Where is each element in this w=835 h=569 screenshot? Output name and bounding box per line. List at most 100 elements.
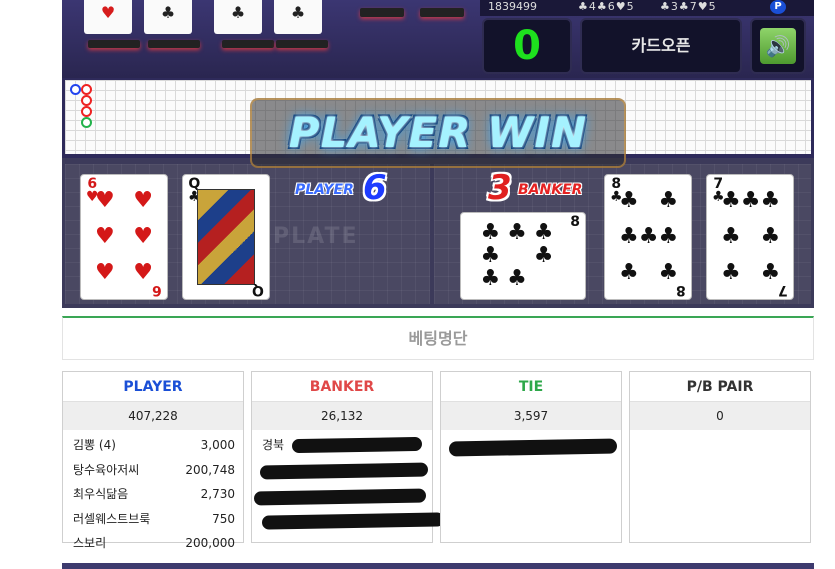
bet-rows: 김뽕 (4) 3,000 탕수육아저씨 200,748 최우식닮음 2,730 러셀웨… <box>63 430 243 556</box>
bet-amount: 2,730 <box>200 487 235 501</box>
card-open-button[interactable]: 카드오픈 <box>580 18 742 74</box>
club-icon: ♣ <box>721 188 741 213</box>
plate-watermark: PLATE <box>273 224 359 249</box>
player-label: PLAYER <box>295 182 354 198</box>
heart-icon: ♥ <box>95 260 115 285</box>
mini-bar <box>148 40 200 48</box>
bet-list-title: 베팅명단 <box>62 316 814 360</box>
banker-label: BANKER <box>518 182 583 198</box>
round-count: 1839499 <box>488 0 537 13</box>
heart-icon: ♥ <box>95 224 115 249</box>
bet-column-total: 407,228 <box>63 402 243 430</box>
bettor-name: 최우식닮음 <box>73 487 129 501</box>
bet-column-title: TIE <box>441 372 621 402</box>
bet-column-title: P/B PAIR <box>630 372 810 402</box>
bet-amount: 3,000 <box>200 438 235 452</box>
card-rank-bottom: Q <box>252 282 264 298</box>
card-table: PLATE 6 ♥ ♥ ♥ ♥ ♥ ♥ ♥ 6 Q ♣ Q PLAYER 6 3 BANK… <box>62 158 814 308</box>
player-card-2: Q ♣ Q <box>182 174 270 300</box>
bettor-name: 탕수육아저씨 <box>73 462 140 477</box>
heart-icon: ♥ <box>133 224 153 249</box>
club-icon: ♣ <box>658 260 679 285</box>
player-suits: ♣4♣6♥5 <box>578 0 635 13</box>
redaction-mark <box>261 512 445 530</box>
bettor-name: 경북 <box>262 438 285 452</box>
bet-column-player: PLAYER 407,228 김뽕 (4) 3,000 탕수육아저씨 200,748… <box>62 371 244 550</box>
card-rank: 8 <box>570 214 580 230</box>
club-icon: ♣ <box>619 260 639 285</box>
banker-card-3: 7 ♣ ♣ ♣ ♣ ♣ ♣ ♣ ♣ 7 <box>706 174 794 300</box>
banker-suits: ♣3♣7♥5 <box>660 0 717 13</box>
bet-amount: 200,748 <box>185 462 235 477</box>
banker-side: 3 BANKER ♣ ♣ ♣ ♣ ♣ ♣ ♣ 8 8 ♣ ♣ ♣ ♣ ♣ ♣ ♣ ♣ 8 <box>434 164 811 304</box>
club-icon: ♣ <box>507 219 527 245</box>
mini-bar <box>420 8 464 17</box>
club-icon: ♣ <box>760 260 781 285</box>
mini-bar <box>360 8 404 17</box>
bet-column-total: 0 <box>630 402 810 430</box>
redaction-mark <box>291 436 423 454</box>
club-icon: ♣ <box>533 219 554 245</box>
bet-row: 러셀웨스트브룩 750 <box>63 507 243 532</box>
road-dot-red <box>81 95 92 106</box>
mini-bar <box>222 40 274 48</box>
mini-bar <box>88 40 140 48</box>
previous-round-strip: ♥ ♣ ♣ ♣ 1839499 ♣4♣6♥5 ♣3♣7♥5 P 0 카드오픈 🔊 <box>62 0 814 78</box>
bet-row: 김뽕 (4) 3,000 <box>63 433 243 458</box>
bet-amount: 750 <box>212 511 235 526</box>
mini-card-4: ♣ <box>274 0 322 34</box>
bet-column-title: BANKER <box>252 372 432 402</box>
banker-score: 3 <box>488 168 512 208</box>
road-dot-red <box>81 106 92 117</box>
heart-icon: ♥ <box>133 188 153 213</box>
club-icon: ♣ <box>638 224 659 249</box>
bet-row: 스보리 200,000 <box>63 531 243 556</box>
card-rank-bottom: 6 <box>152 282 162 298</box>
redaction-mark <box>253 488 427 506</box>
timer-display: 0 <box>482 18 572 74</box>
bettor-name: 스보리 <box>73 536 107 550</box>
speaker-icon: 🔊 <box>760 28 796 64</box>
player-card-1: 6 ♥ ♥ ♥ ♥ ♥ ♥ ♥ 6 <box>80 174 168 300</box>
club-icon: ♣ <box>658 188 679 213</box>
bet-column-pair: P/B PAIR 0 <box>629 371 811 543</box>
club-icon: ♣ <box>480 242 501 268</box>
club-icon: ♣ <box>480 219 501 245</box>
bet-column-banker: BANKER 26,132 경북 <box>251 371 445 543</box>
bet-column-total: 26,132 <box>252 402 432 430</box>
club-icon: ♣ <box>760 188 781 213</box>
round-stats: 1839499 ♣4♣6♥5 ♣3♣7♥5 <box>480 0 814 16</box>
mini-card-1: ♥ <box>84 0 132 34</box>
banker-card-2: 8 ♣ ♣ ♣ ♣ ♣ ♣ ♣ ♣ 8 <box>604 174 692 300</box>
mini-bar <box>276 40 328 48</box>
bet-column-tie: TIE 3,597 <box>440 371 622 543</box>
club-icon: ♣ <box>480 266 501 292</box>
player-side: PLATE 6 ♥ ♥ ♥ ♥ ♥ ♥ ♥ 6 Q ♣ Q PLAYER 6 <box>65 164 430 304</box>
heart-icon: ♥ <box>133 260 153 285</box>
club-icon: ♣ <box>721 224 741 249</box>
win-banner: PLAYER WIN <box>250 98 626 168</box>
road-dot-red <box>81 84 92 95</box>
mini-card-3: ♣ <box>214 0 262 34</box>
sound-button[interactable]: 🔊 <box>750 18 806 74</box>
bet-column-total: 3,597 <box>441 402 621 430</box>
bet-row: 최우식닮음 2,730 <box>63 482 243 507</box>
heart-icon: ♥ <box>95 188 115 213</box>
club-icon: ♣ <box>658 224 679 249</box>
club-icon: ♣ <box>619 224 639 249</box>
p-badge[interactable]: P <box>770 0 786 14</box>
redaction-mark <box>448 438 618 457</box>
club-icon: ♣ <box>721 260 741 285</box>
club-icon: ♣ <box>533 242 554 268</box>
road-dot-blue <box>70 84 81 95</box>
card-rank-bottom: 8 <box>676 282 686 298</box>
bet-amount: 200,000 <box>185 536 235 550</box>
club-icon: ♣ <box>740 188 761 213</box>
redaction-mark <box>259 462 429 480</box>
card-rank-bottom: 7 <box>778 282 788 298</box>
mini-card-2: ♣ <box>144 0 192 34</box>
player-score: 6 <box>363 168 387 208</box>
queen-face-icon <box>197 189 255 285</box>
club-icon: ♣ <box>619 188 639 213</box>
banker-card-1: ♣ ♣ ♣ ♣ ♣ ♣ ♣ 8 <box>460 212 586 300</box>
